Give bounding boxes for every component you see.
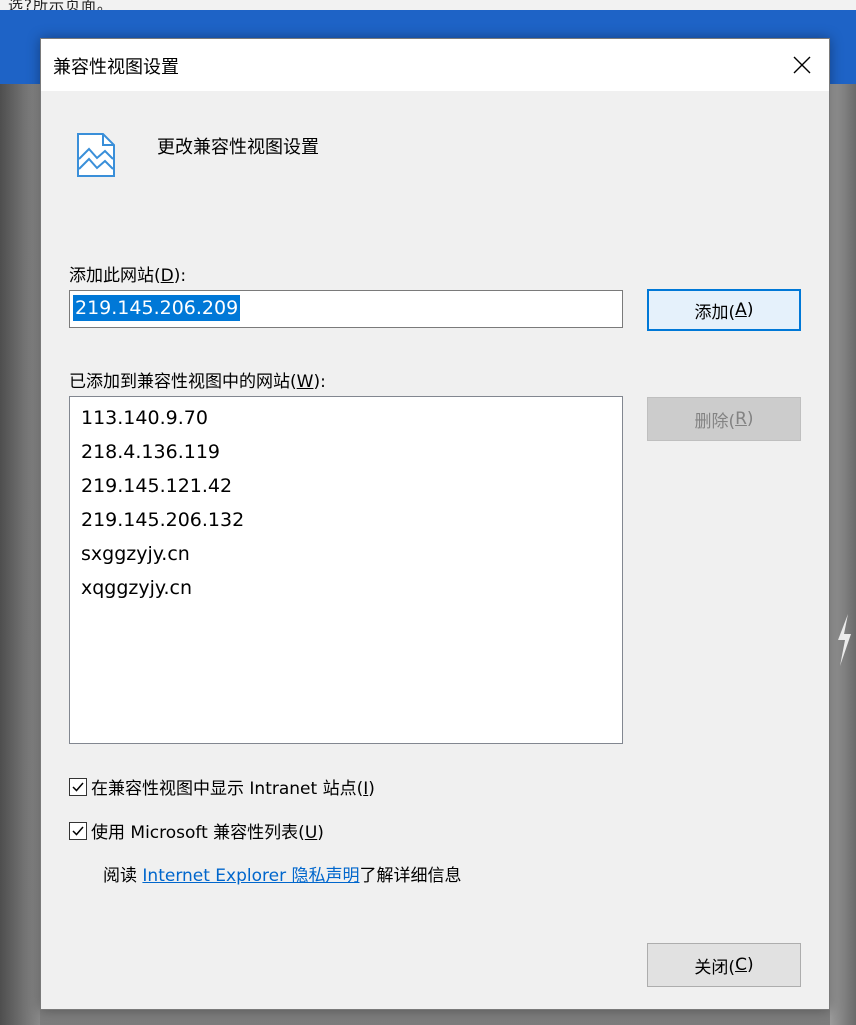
- intranet-checkbox-row[interactable]: 在兼容性视图中显示 Intranet 站点(I): [69, 774, 375, 799]
- microsoft-list-checkbox-label: 使用 Microsoft 兼容性列表(U): [91, 823, 324, 843]
- privacy-statement-link[interactable]: Internet Explorer 隐私声明: [142, 866, 359, 886]
- close-icon: [793, 56, 811, 74]
- intranet-checkbox-label: 在兼容性视图中显示 Intranet 站点(I): [91, 779, 375, 799]
- background-lightning-icon: [838, 614, 851, 666]
- dialog-titlebar: 兼容性视图设置: [41, 39, 829, 91]
- list-item[interactable]: 218.4.136.119: [81, 435, 622, 469]
- privacy-info-line: 阅读 Internet Explorer 隐私声明了解详细信息: [103, 866, 462, 886]
- header-text: 更改兼容性视图设置: [157, 137, 319, 158]
- dialog-title: 兼容性视图设置: [53, 57, 179, 78]
- checkmark-icon: [72, 782, 84, 792]
- list-item[interactable]: xqggzyjy.cn: [81, 571, 622, 605]
- background-scene-left: [0, 84, 40, 1025]
- compatibility-view-icon: [77, 133, 115, 177]
- checkmark-icon: [72, 826, 84, 836]
- intranet-checkbox[interactable]: [69, 777, 87, 796]
- background-hint-text: 选?所示页面。: [8, 0, 113, 10]
- site-list[interactable]: 113.140.9.70 218.4.136.119 219.145.121.4…: [69, 396, 623, 744]
- site-list-label: 已添加到兼容性视图中的网站(W):: [69, 372, 326, 392]
- add-site-label: 添加此网站(D):: [69, 266, 187, 286]
- list-item[interactable]: sxggzyjy.cn: [81, 537, 622, 571]
- list-item[interactable]: 219.145.121.42: [81, 469, 622, 503]
- add-site-input[interactable]: 219.145.206.209: [69, 290, 623, 328]
- list-item[interactable]: 113.140.9.70: [81, 401, 622, 435]
- microsoft-list-checkbox[interactable]: [69, 821, 87, 840]
- background-top-strip: [0, 0, 856, 10]
- background-scene-right: [830, 84, 856, 1025]
- remove-button[interactable]: 删除(R): [647, 397, 801, 441]
- add-site-input-value: 219.145.206.209: [73, 295, 241, 321]
- microsoft-list-checkbox-row[interactable]: 使用 Microsoft 兼容性列表(U): [69, 818, 324, 843]
- list-item[interactable]: 219.145.206.132: [81, 503, 622, 537]
- close-button[interactable]: 关闭(C): [647, 943, 801, 987]
- title-close-button[interactable]: [779, 43, 825, 87]
- add-button[interactable]: 添加(A): [647, 289, 801, 331]
- compatibility-view-dialog: 兼容性视图设置 更改兼容性视图设置 添加此网站(D): 219.145.206.…: [40, 38, 830, 1010]
